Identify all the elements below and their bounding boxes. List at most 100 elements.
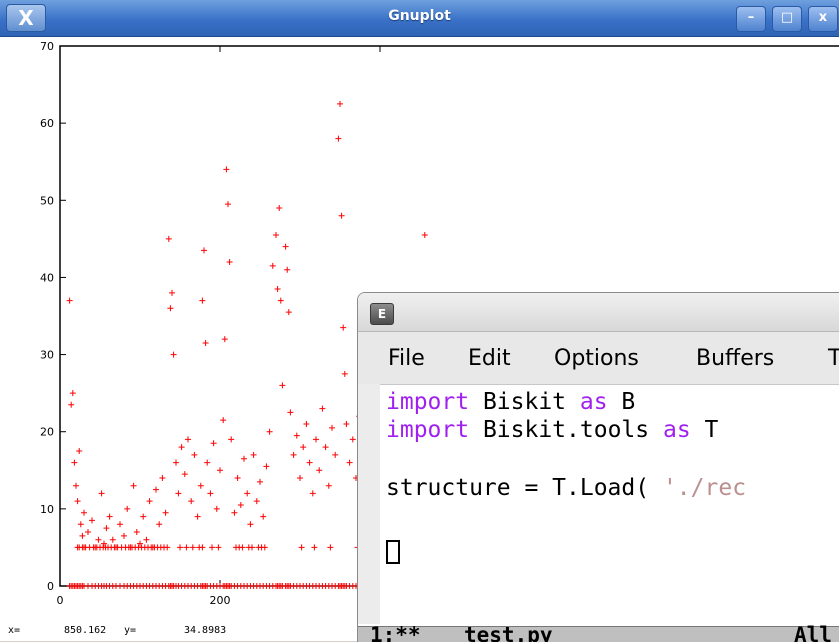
emacs-fringe: [358, 384, 380, 624]
code-line[interactable]: structure = T.Load( './rec: [386, 475, 746, 501]
mode-line: 1:** test.py All: [358, 623, 839, 642]
data-point: [76, 448, 83, 454]
data-point: [199, 297, 206, 304]
modeline-status: 1:**: [370, 623, 421, 642]
data-point: [319, 405, 326, 412]
y-tick-label: 10: [40, 503, 54, 516]
editor-buffer[interactable]: import Biskit as Bimport Biskit.tools as…: [380, 389, 839, 619]
data-point: [250, 451, 257, 458]
code-line[interactable]: import Biskit.tools as T: [386, 417, 718, 443]
data-point: [338, 212, 345, 219]
data-point-low: [164, 544, 171, 551]
data-point: [170, 351, 177, 358]
data-point-low: [189, 544, 196, 551]
status-x-value: 850.162: [64, 625, 107, 636]
data-point: [98, 490, 105, 497]
code-token: structure = T.Load(: [386, 475, 663, 501]
coordinate-status: x= 850.162 y= 34.8983: [8, 622, 368, 641]
data-point: [325, 482, 332, 489]
data-point: [121, 532, 127, 539]
menu-tools[interactable]: T: [828, 346, 839, 371]
data-point: [191, 451, 198, 458]
data-point: [266, 428, 273, 435]
data-point-low: [298, 544, 305, 551]
data-point: [263, 463, 270, 470]
emacs-icon[interactable]: E: [370, 303, 394, 325]
data-point: [130, 482, 137, 489]
data-point-low: [249, 544, 255, 551]
data-point: [194, 513, 201, 520]
data-point: [335, 135, 342, 142]
data-point: [260, 513, 267, 520]
data-point: [124, 505, 131, 512]
data-point: [153, 486, 159, 493]
data-point-low: [199, 544, 206, 551]
data-point-low: [183, 544, 190, 551]
data-point: [329, 424, 335, 431]
data-point: [169, 289, 175, 296]
data-point-low: [327, 544, 334, 551]
data-point: [253, 498, 260, 505]
data-point: [202, 340, 209, 346]
menu-buffers[interactable]: Buffers: [696, 346, 774, 371]
data-point: [349, 436, 356, 443]
data-point: [279, 382, 286, 389]
data-point: [89, 517, 95, 524]
data-point: [156, 521, 163, 528]
data-point: [221, 336, 228, 343]
data-point: [77, 521, 84, 528]
data-point: [309, 490, 316, 497]
y-tick-label: 20: [40, 426, 54, 439]
y-tick-label: 70: [40, 40, 54, 53]
keyword-token: import: [386, 389, 470, 415]
data-point: [146, 498, 153, 505]
y-tick-label: 0: [47, 580, 54, 593]
data-point: [181, 471, 188, 478]
data-point-low: [177, 544, 183, 551]
data-point: [257, 478, 263, 485]
status-x-label: x=: [8, 625, 21, 636]
data-point: [175, 490, 182, 497]
menu-file[interactable]: File: [388, 346, 425, 371]
data-point: [300, 444, 307, 451]
data-point-low: [215, 544, 222, 551]
data-point: [95, 536, 102, 543]
keyword-token: as: [579, 389, 608, 415]
data-point: [293, 432, 300, 439]
menu-edit[interactable]: Edit: [468, 346, 511, 371]
code-token: Biskit: [469, 389, 580, 415]
data-point: [306, 459, 313, 466]
data-point: [85, 529, 91, 535]
data-point: [140, 513, 147, 520]
x-tick-label: 200: [210, 594, 231, 607]
code-token: B: [607, 389, 636, 415]
data-point: [276, 205, 283, 211]
data-point: [207, 490, 214, 497]
data-point: [282, 243, 289, 250]
data-point: [346, 459, 353, 466]
data-point: [234, 475, 241, 481]
menu-options[interactable]: Options: [554, 346, 639, 371]
data-point: [213, 505, 220, 512]
data-point: [117, 521, 123, 528]
data-point: [143, 536, 150, 543]
data-point: [322, 444, 329, 451]
data-point: [79, 532, 86, 539]
code-token: T: [690, 417, 719, 443]
data-point: [277, 297, 284, 304]
code-line[interactable]: import Biskit as B: [386, 389, 635, 415]
data-point: [274, 286, 281, 292]
emacs-menubar: File Edit Options Buffers T: [358, 332, 839, 385]
data-point: [273, 232, 279, 238]
data-point: [185, 436, 191, 443]
data-point: [341, 370, 348, 377]
data-point: [332, 451, 339, 458]
emacs-titlebar[interactable]: E: [358, 293, 839, 332]
data-point: [247, 521, 254, 528]
text-cursor: [386, 540, 400, 564]
emacs-window[interactable]: E File Edit Options Buffers T import Bis…: [357, 292, 839, 642]
data-point-low: [261, 544, 268, 551]
data-point: [303, 421, 310, 427]
data-point: [285, 309, 292, 316]
data-point: [269, 262, 276, 269]
